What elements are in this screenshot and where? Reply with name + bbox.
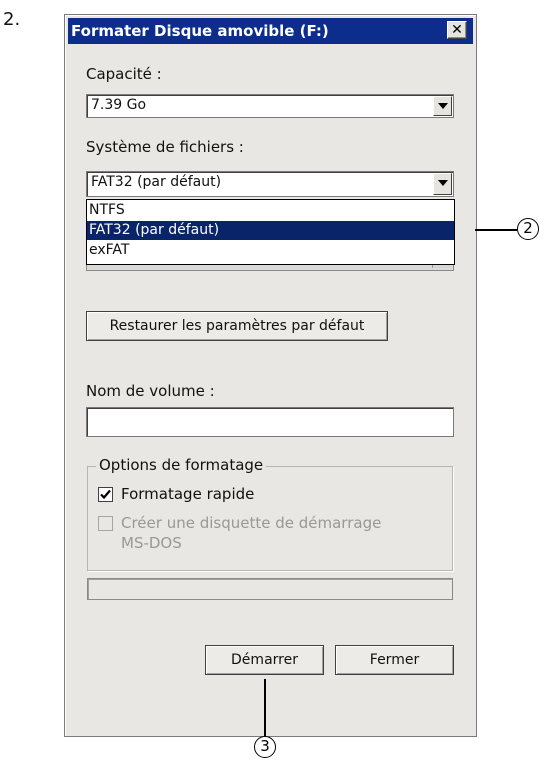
format-progress-bar [87, 578, 453, 600]
file-system-select[interactable]: FAT32 (par défaut) [86, 171, 454, 197]
file-system-dropdown-list[interactable]: NTFS FAT32 (par défaut) exFAT [86, 199, 455, 265]
checkmark-icon [100, 489, 111, 500]
capacity-select[interactable]: 7.39 Go [86, 94, 454, 118]
msdos-startup-label-line2: MS-DOS [121, 534, 182, 552]
close-dialog-button[interactable]: Fermer [335, 645, 454, 675]
capacity-label: Capacité : [86, 65, 162, 83]
callout-2: 2 [517, 218, 539, 240]
dropdown-option-fat32[interactable]: FAT32 (par défaut) [87, 221, 454, 240]
capacity-dropdown-button[interactable] [433, 96, 452, 116]
file-system-value: FAT32 (par défaut) [91, 174, 222, 190]
volume-name-input[interactable] [86, 407, 454, 437]
msdos-startup-label-line1: Créer une disquette de démarrage [121, 514, 382, 532]
dropdown-option-exfat[interactable]: exFAT [87, 241, 454, 260]
callout-3: 3 [254, 736, 276, 758]
format-dialog: Formater Disque amovible (F:) ✕ Capacité… [64, 14, 477, 737]
chevron-down-icon [438, 103, 448, 109]
callout-line-3 [264, 679, 266, 736]
quick-format-label: Formatage rapide [121, 485, 255, 503]
capacity-value: 7.39 Go [91, 97, 147, 113]
format-options-group: Options de formatage Formatage rapide Cr… [87, 456, 453, 571]
file-system-label: Système de fichiers : [86, 138, 244, 156]
msdos-startup-checkbox[interactable] [98, 516, 113, 531]
dropdown-option-ntfs[interactable]: NTFS [87, 201, 454, 220]
title-bar: Formater Disque amovible (F:) ✕ [68, 18, 473, 44]
dialog-title: Formater Disque amovible (F:) [71, 22, 329, 40]
close-icon: ✕ [451, 22, 463, 38]
callout-line-2 [475, 229, 517, 231]
chevron-down-icon [438, 180, 448, 186]
close-button[interactable]: ✕ [447, 21, 467, 39]
step-number: 2. [3, 9, 21, 30]
start-button[interactable]: Démarrer [205, 645, 324, 675]
file-system-dropdown-button[interactable] [433, 173, 452, 195]
restore-defaults-button[interactable]: Restaurer les paramètres par défaut [86, 311, 388, 341]
quick-format-checkbox[interactable] [98, 487, 113, 502]
volume-name-label: Nom de volume : [86, 382, 215, 400]
format-options-legend: Options de formatage [96, 456, 267, 474]
